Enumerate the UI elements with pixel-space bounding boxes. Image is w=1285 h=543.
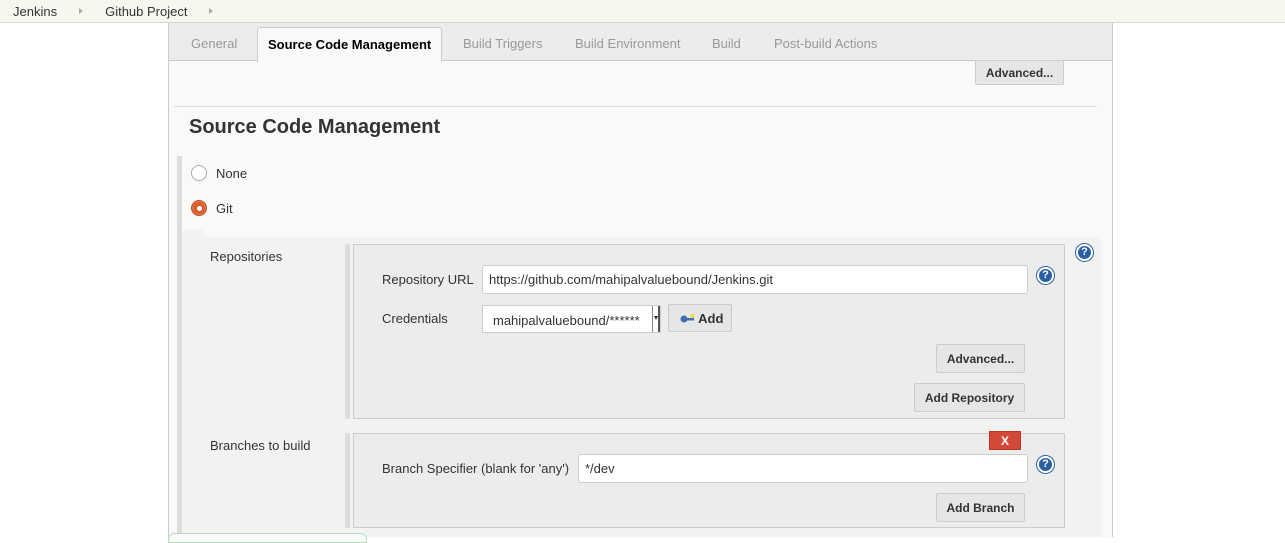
- credentials-label: Credentials: [382, 311, 448, 326]
- advanced-button-repository[interactable]: Advanced...: [936, 344, 1025, 373]
- help-icon[interactable]: ?: [1037, 267, 1054, 284]
- chevron-down-icon[interactable]: [652, 306, 660, 332]
- breadcrumb-arrow-icon[interactable]: [79, 8, 84, 14]
- breadcrumb-github-project[interactable]: Github Project: [105, 4, 187, 19]
- tab-build-environment[interactable]: Build Environment: [575, 23, 681, 61]
- divider: [174, 106, 1097, 107]
- branches-label: Branches to build: [210, 438, 311, 453]
- config-panel: General Source Code Management Build Tri…: [168, 23, 1113, 537]
- repositories-bar: [345, 244, 350, 419]
- config-tabs: General Source Code Management Build Tri…: [169, 23, 1112, 62]
- radio-none-label[interactable]: None: [216, 166, 247, 181]
- branch-specifier-label: Branch Specifier (blank for 'any'): [382, 461, 570, 476]
- branch-specifier-input[interactable]: [578, 454, 1028, 483]
- radio-none[interactable]: [191, 165, 207, 181]
- notification-bar: [168, 533, 367, 543]
- scm-option-git[interactable]: Git: [191, 200, 233, 216]
- breadcrumb-jenkins[interactable]: Jenkins: [0, 4, 57, 19]
- repository-url-input[interactable]: [482, 265, 1028, 294]
- advanced-button-top[interactable]: Advanced...: [975, 61, 1064, 85]
- radio-git-label[interactable]: Git: [216, 201, 233, 216]
- credentials-select[interactable]: mahipalvaluebound/******: [482, 305, 661, 333]
- radio-git[interactable]: [191, 200, 207, 216]
- help-icon[interactable]: ?: [1076, 244, 1093, 261]
- repositories-label: Repositories: [210, 249, 283, 264]
- tab-source-code-management[interactable]: Source Code Management: [257, 27, 443, 62]
- scm-option-none[interactable]: None: [191, 165, 247, 181]
- branches-bar: [345, 433, 350, 528]
- tab-build-triggers[interactable]: Build Triggers: [463, 23, 542, 61]
- repository-url-label: Repository URL: [382, 272, 474, 287]
- help-icon[interactable]: ?: [1037, 456, 1054, 473]
- breadcrumb-arrow-icon[interactable]: [209, 8, 214, 14]
- breadcrumb: Jenkins Github Project: [0, 0, 1285, 23]
- add-repository-button[interactable]: Add Repository: [914, 383, 1025, 412]
- delete-branch-button[interactable]: X: [989, 431, 1021, 450]
- tab-post-build-actions[interactable]: Post-build Actions: [774, 23, 877, 61]
- key-icon: [680, 313, 695, 322]
- tab-general[interactable]: General: [191, 23, 237, 61]
- add-credentials-label: Add: [698, 310, 724, 326]
- credentials-selected-value: mahipalvaluebound/******: [493, 313, 640, 328]
- section-title: Source Code Management: [189, 116, 441, 138]
- tab-build[interactable]: Build: [712, 23, 741, 61]
- add-branch-button[interactable]: Add Branch: [936, 493, 1025, 522]
- add-credentials-button[interactable]: Add: [668, 304, 732, 332]
